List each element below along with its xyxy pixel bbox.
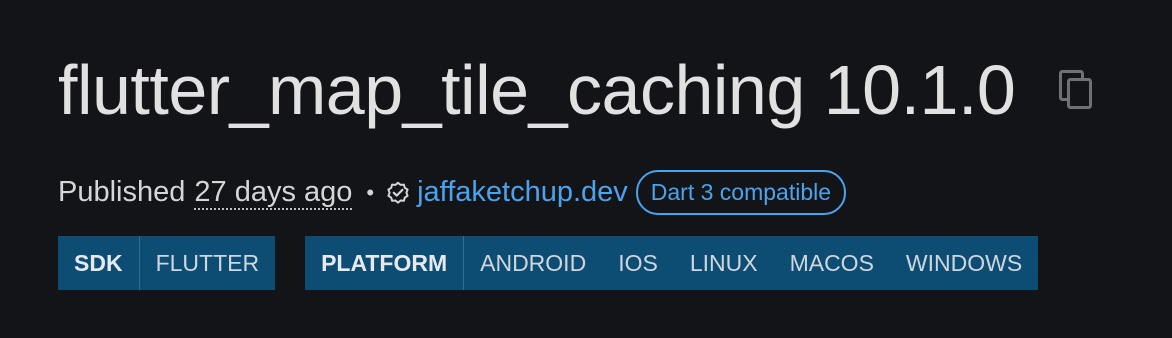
dart3-compatible-badge[interactable]: Dart 3 compatible xyxy=(635,170,847,215)
platform-tag-android[interactable]: ANDROID xyxy=(464,236,602,290)
package-header: flutter_map_tile_caching 10.1.0 Publishe… xyxy=(0,0,1172,338)
platform-tag-macos[interactable]: MACOS xyxy=(774,236,890,290)
platform-tag-ios[interactable]: IOS xyxy=(602,236,674,290)
published-label: Published xyxy=(58,176,186,208)
sdk-tag-label[interactable]: SDK xyxy=(58,236,140,290)
sdk-tag-group: SDK FLUTTER xyxy=(58,236,276,290)
published-date: 27 days ago xyxy=(194,176,353,208)
platform-tag-windows[interactable]: WINDOWS xyxy=(890,236,1038,290)
verified-publisher-icon xyxy=(386,181,410,205)
platform-tag-linux[interactable]: LINUX xyxy=(674,236,774,290)
platform-tag-group: PLATFORM ANDROID IOS LINUX MACOS WINDOWS xyxy=(305,236,1039,290)
meta-row: Published 27 days ago • jaffaketchup.dev… xyxy=(58,170,847,215)
platform-tag-label[interactable]: PLATFORM xyxy=(305,236,465,290)
package-title: flutter_map_tile_caching 10.1.0 xyxy=(58,51,1016,129)
sdk-tag-flutter[interactable]: FLUTTER xyxy=(140,236,276,290)
copy-icon[interactable] xyxy=(1059,70,1093,110)
title-row: flutter_map_tile_caching 10.1.0 xyxy=(58,50,1093,130)
separator-bullet: • xyxy=(366,179,375,205)
publisher-link[interactable]: jaffaketchup.dev xyxy=(417,176,628,209)
tags-row: SDK FLUTTER PLATFORM ANDROID IOS LINUX M… xyxy=(58,236,1068,290)
